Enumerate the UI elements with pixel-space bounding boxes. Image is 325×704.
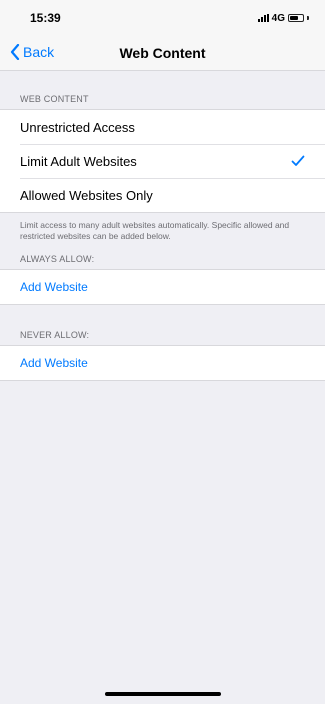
web-content-header: WEB CONTENT — [20, 94, 89, 104]
never-allow-add-website-button[interactable]: Add Website — [0, 346, 325, 380]
navigation-bar: Back Web Content — [0, 36, 325, 70]
web-content-footer: Limit access to many adult websites auto… — [20, 220, 290, 241]
web-content-options: Unrestricted Access Limit Adult Websites… — [0, 109, 325, 213]
status-time: 15:39 — [30, 11, 61, 25]
home-indicator[interactable] — [104, 692, 221, 696]
checkmark-icon — [291, 155, 305, 166]
web-content-screen: 15:39 4G Back Web Content WEB CONTENT Un… — [0, 0, 325, 704]
option-allowed-websites-only[interactable]: Allowed Websites Only — [0, 178, 325, 212]
top-area: 15:39 4G Back Web Content — [0, 0, 325, 71]
back-button[interactable]: Back — [10, 44, 54, 60]
always-allow-group: Add Website — [0, 269, 325, 306]
always-allow-header: ALWAYS ALLOW: — [20, 254, 95, 265]
battery-cap — [307, 16, 309, 20]
option-unrestricted-access[interactable]: Unrestricted Access — [0, 110, 325, 144]
option-label: Allowed Websites Only — [20, 187, 153, 203]
option-label: Limit Adult Websites — [20, 153, 137, 169]
never-allow-group: Add Website — [0, 345, 325, 382]
chevron-left-icon — [10, 44, 20, 60]
back-label: Back — [23, 44, 55, 60]
signal-icon — [257, 14, 269, 22]
always-allow-add-website-button[interactable]: Add Website — [0, 270, 325, 304]
option-limit-adult-websites[interactable]: Limit Adult Websites — [0, 144, 325, 178]
never-allow-header: NEVER ALLOW: — [20, 330, 90, 341]
status-icons: 4G — [257, 12, 309, 24]
battery-icon — [288, 14, 304, 22]
network-type: 4G — [271, 12, 285, 24]
status-bar: 15:39 4G — [0, 0, 325, 36]
option-label: Unrestricted Access — [20, 119, 135, 135]
